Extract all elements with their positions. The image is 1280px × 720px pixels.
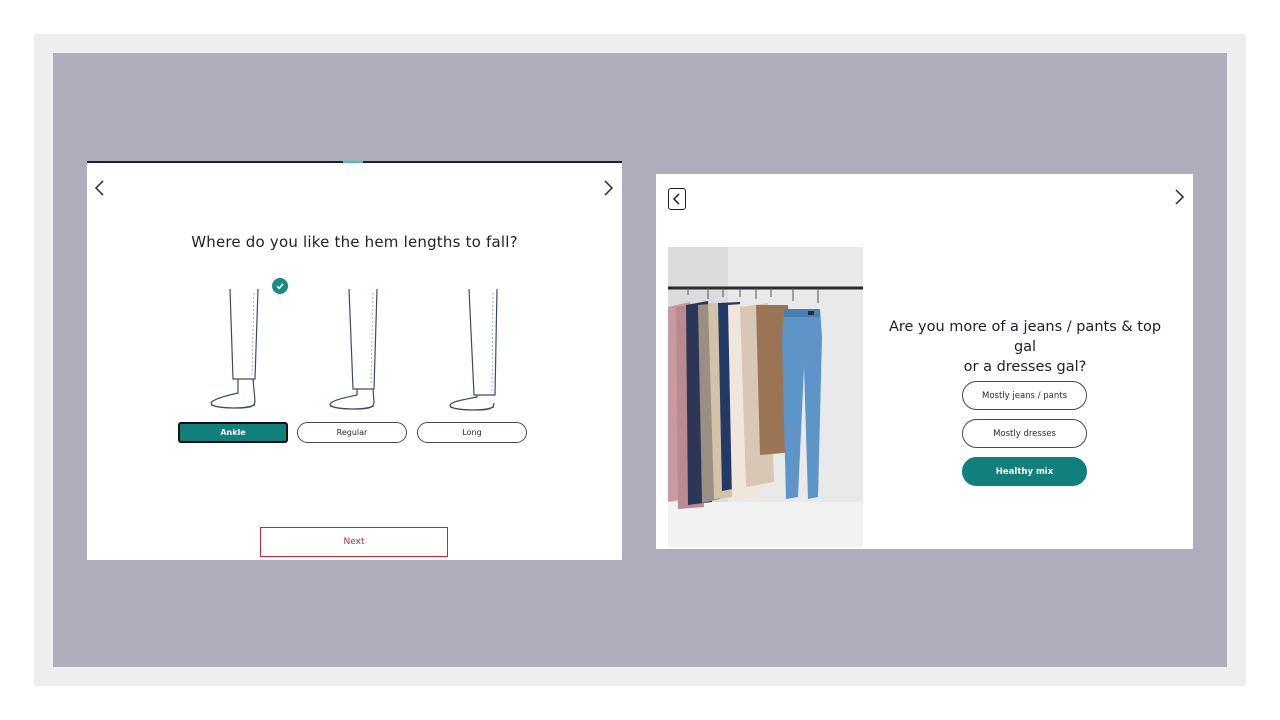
- option-mostly-jeans-pants[interactable]: Mostly jeans / pants: [962, 381, 1087, 410]
- chevron-left-icon[interactable]: [668, 188, 686, 210]
- option-mostly-dresses[interactable]: Mostly dresses: [962, 419, 1087, 448]
- chevron-left-icon[interactable]: [93, 179, 113, 199]
- style-question-line-1: Are you more of a jeans / pants & top ga…: [888, 319, 1162, 355]
- leg-illustration-ankle: [203, 288, 273, 411]
- option-regular[interactable]: Regular: [297, 422, 407, 443]
- option-healthy-mix[interactable]: Healthy mix: [962, 457, 1087, 486]
- hem-question-title: Where do you like the hem lengths to fal…: [191, 233, 518, 251]
- next-button[interactable]: Next: [260, 527, 448, 557]
- option-ankle[interactable]: Ankle: [178, 422, 288, 443]
- style-question-line-2: or a dresses gal?: [963, 359, 1087, 375]
- hem-length-screen: Where do you like the hem lengths to fal…: [87, 161, 622, 560]
- style-question-title: Are you more of a jeans / pants & top ga…: [878, 317, 1172, 377]
- clothing-rack-photo: [668, 247, 863, 547]
- chevron-right-icon[interactable]: [601, 179, 621, 199]
- leg-illustration-regular: [322, 288, 392, 411]
- chevron-right-icon[interactable]: [1172, 188, 1192, 208]
- style-preference-screen: Are you more of a jeans / pants & top ga…: [656, 174, 1193, 549]
- progress-indicator: [343, 161, 363, 163]
- option-long[interactable]: Long: [417, 422, 527, 443]
- leg-illustration-long: [442, 288, 512, 411]
- check-circle-icon: [272, 278, 288, 294]
